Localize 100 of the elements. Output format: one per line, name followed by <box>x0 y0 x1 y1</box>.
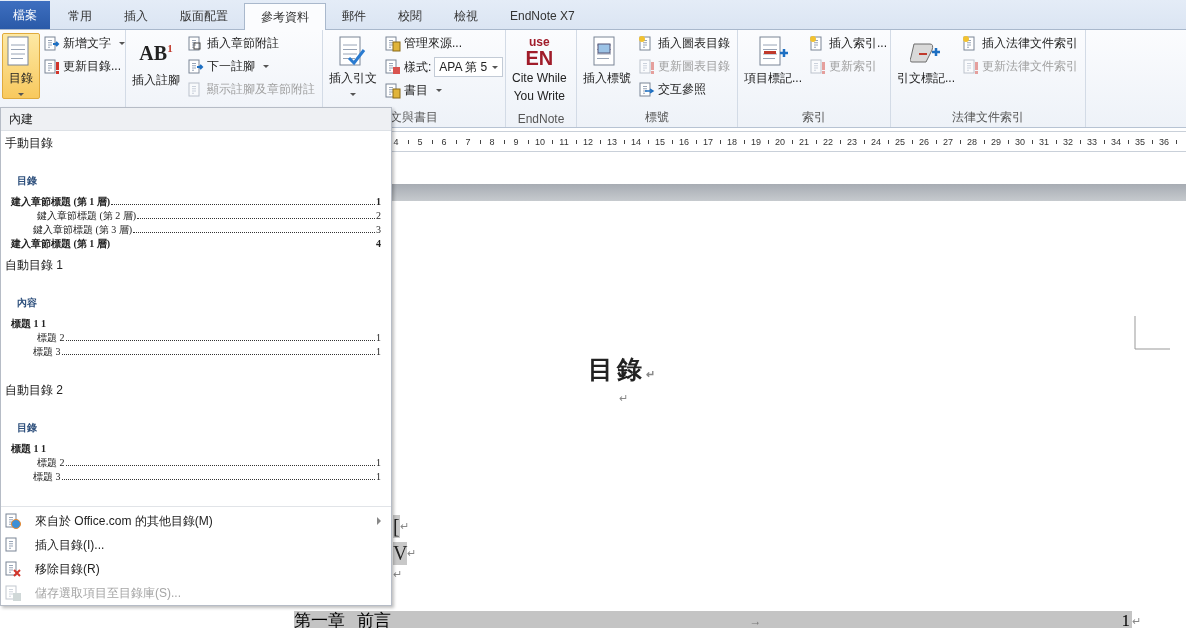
ribbon-tab[interactable]: 插入 <box>108 3 164 29</box>
ribbon-large-button[interactable]: 插入引文 <box>325 33 381 105</box>
group-label: 索引 <box>802 109 826 126</box>
preview-heading: 內容 <box>16 296 37 310</box>
ribbon-small-button[interactable]: 更新目錄... <box>44 56 125 77</box>
ruler-number: 24 <box>870 136 882 147</box>
ribbon-tab[interactable]: EndNote X7 <box>494 3 591 29</box>
ruler-number: 25 <box>894 136 906 147</box>
caret-icon <box>350 93 356 96</box>
ribbon-large-button[interactable]: 項目標記... <box>740 33 806 105</box>
ruler-number: 23 <box>846 136 858 147</box>
ribbon-large-button[interactable]: 插入標號 <box>579 33 635 105</box>
preview-entry: 建入章節標題 (第 1 層) <box>11 196 376 208</box>
ruler-number: 26 <box>918 136 930 147</box>
style-dropdown[interactable]: APA 第 5 <box>434 57 504 77</box>
group-label: 標號 <box>645 109 669 126</box>
ribbon-small-button[interactable]: 管理來源... <box>385 33 504 54</box>
ruler-number: 7 <box>464 136 472 147</box>
margin-mark <box>1134 316 1170 350</box>
ruler-number: 36 <box>1158 136 1170 147</box>
document-delete-icon <box>5 561 21 577</box>
ruler-number: 27 <box>942 136 954 147</box>
ribbon-tab[interactable]: 檔案 <box>0 1 50 29</box>
ruler-number: 16 <box>678 136 690 147</box>
ruler-number: 14 <box>630 136 642 147</box>
ruler-number: 8 <box>488 136 496 147</box>
ruler-number: 35 <box>1134 136 1146 147</box>
next-arrow-icon <box>188 58 204 75</box>
preview-heading: 目錄 <box>16 174 37 188</box>
preview-page-number: 1 <box>376 332 381 344</box>
document-text: V <box>393 542 408 565</box>
document-exclamation-icon <box>963 58 979 75</box>
ruler-number: 20 <box>774 136 786 147</box>
ribbon-small-button[interactable]: 插入圖表目錄 <box>639 33 730 54</box>
style-label: 樣式: <box>404 58 432 76</box>
gallery-item[interactable]: 手動目錄 目錄 建入章節標題 (第 1 層) 1 鍵入章節標題 (第 2 層) 2 鍵入章節標題 (第 3 層) 3 建入章節標題 (第 1 層) 4 <box>1 131 391 253</box>
ribbon-small-button[interactable]: 書目 <box>385 80 504 101</box>
chapter-text: 第一章 <box>294 611 345 628</box>
ruler-number: 12 <box>582 136 594 147</box>
preview-entry: 標題 3 <box>33 346 376 358</box>
ribbon-large-button[interactable]: 引文標記... <box>893 33 959 105</box>
ribbon-tab[interactable]: 版面配置 <box>164 3 244 29</box>
ribbon-small-button[interactable]: 插入法律文件索引 <box>963 33 1078 54</box>
document-minus-plus-icon <box>757 36 789 68</box>
tab-mark: → <box>749 613 762 628</box>
ribbon-small-button[interactable]: 插入章節附註 <box>188 33 315 54</box>
ruler-number: 4 <box>392 136 400 147</box>
ruler-number: 33 <box>1086 136 1098 147</box>
menu-item[interactable]: 來自於 Office.com 的其他目錄(M) <box>1 509 391 533</box>
endnote-logo: use EN <box>525 36 554 68</box>
preview-entry: 標題 1 1 <box>11 443 46 455</box>
gallery-item[interactable]: 自動目錄 2 目錄 標題 1 1 標題 2 1 標題 3 1 <box>1 378 391 503</box>
group-label: 文與書目 <box>390 109 438 126</box>
gallery-item[interactable]: 自動目錄 1 內容 標題 1 1 標題 2 1 標題 3 1 <box>1 253 391 378</box>
ribbon-small-button[interactable]: 交互參照 <box>639 79 730 100</box>
preview-entry: 鍵入章節標題 (第 3 層) <box>33 224 376 236</box>
ribbon-small-button[interactable]: 下一註腳 <box>188 56 315 77</box>
preview-page-number: 2 <box>376 210 381 222</box>
preview-entry: 建入章節標題 (第 1 層) <box>11 238 111 250</box>
ruler-number: 30 <box>1014 136 1026 147</box>
ruler-number: 29 <box>990 136 1002 147</box>
page-number: 1 <box>1121 611 1130 628</box>
ruler-number: 21 <box>798 136 810 147</box>
ribbon-large-button[interactable]: use EN Cite While You Write <box>508 33 571 107</box>
ruler-number: 15 <box>654 136 666 147</box>
ribbon-tab[interactable]: 郵件 <box>326 3 382 29</box>
document-text: [ <box>393 515 400 538</box>
ruler-number: 6 <box>440 136 448 147</box>
style-document-icon <box>385 59 401 75</box>
preview-page-number: 1 <box>376 196 381 208</box>
ruler-number: 11 <box>558 136 570 147</box>
ribbon-tab[interactable]: 檢視 <box>438 3 494 29</box>
paragraph-mark: ↵ <box>399 520 409 532</box>
gallery-header: 內建 <box>1 108 391 131</box>
ribbon-large-button[interactable]: 目錄 <box>2 33 40 99</box>
menu-item[interactable]: 插入目錄(I)... <box>1 533 391 557</box>
paragraph-mark: ↵ <box>618 392 628 405</box>
ruler-number: 32 <box>1062 136 1074 147</box>
menu-item[interactable]: 移除目錄(R) <box>1 557 391 581</box>
preview-entry: 標題 2 <box>37 332 376 344</box>
ruler-number: 19 <box>750 136 762 147</box>
document-exclamation-icon <box>639 58 655 75</box>
ruler-number: 18 <box>726 136 738 147</box>
ribbon-tab[interactable]: 校閱 <box>382 3 438 29</box>
preview-heading: 目錄 <box>16 421 37 435</box>
ribbon-tab[interactable]: 參考資料 <box>244 3 326 30</box>
document-exclamation-icon <box>44 58 60 75</box>
gallery-item-title: 手動目錄 <box>5 135 53 152</box>
group-label: EndNote <box>517 111 565 126</box>
ruler-number: 13 <box>606 136 618 147</box>
ribbon-large-button[interactable]: AB$^{1}$ 插入註腳 <box>128 33 184 105</box>
gallery-item-title: 自動目錄 1 <box>5 257 63 274</box>
paragraph-mark: ↵ <box>407 547 417 559</box>
ribbon-tab[interactable]: 常用 <box>52 3 108 29</box>
cross-reference-icon <box>639 81 655 98</box>
ribbon-small-button[interactable]: 插入索引... <box>810 33 888 54</box>
preview-page-number: 4 <box>376 238 381 250</box>
submenu-arrow-icon <box>377 517 381 525</box>
document-title: 目錄 <box>587 355 646 385</box>
ribbon-small-button[interactable]: 新增文字 <box>44 33 125 54</box>
